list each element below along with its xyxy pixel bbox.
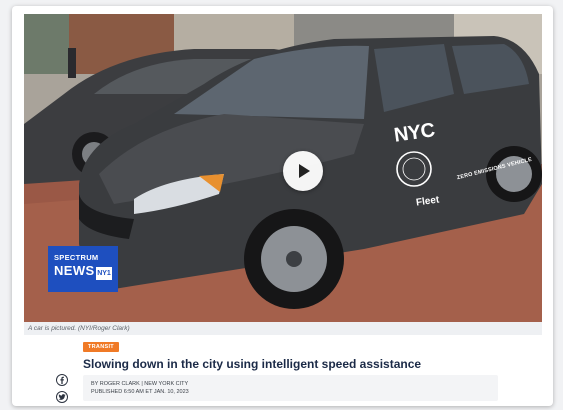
spectrum-news-badge: SPECTRUM NEWS NY1 bbox=[48, 246, 118, 292]
facebook-share-button[interactable] bbox=[56, 374, 68, 386]
category-tag[interactable]: TRANSIT bbox=[83, 342, 119, 352]
twitter-share-button[interactable] bbox=[56, 391, 68, 403]
byline-author: BY ROGER CLARK | NEW YORK CITY bbox=[91, 381, 189, 387]
badge-line1: SPECTRUM bbox=[54, 253, 99, 262]
byline-published: PUBLISHED 6:50 AM ET JAN. 10, 2023 bbox=[91, 389, 189, 395]
byline-box: BY ROGER CLARK | NEW YORK CITY PUBLISHED… bbox=[83, 375, 498, 401]
play-icon bbox=[299, 164, 310, 178]
twitter-icon bbox=[58, 394, 66, 400]
video-player[interactable]: NYC Fleet ZERO EMISSIONS VEHICLE SPECTRU… bbox=[24, 14, 542, 322]
image-caption: A car is pictured. (NYI/Roger Clark) bbox=[24, 322, 542, 335]
article-card: NYC Fleet ZERO EMISSIONS VEHICLE SPECTRU… bbox=[12, 6, 553, 406]
facebook-icon bbox=[60, 376, 64, 384]
badge-ny1-mark: NY1 bbox=[96, 267, 112, 280]
article-headline: Slowing down in the city using intellige… bbox=[83, 357, 422, 371]
play-button[interactable] bbox=[283, 151, 323, 191]
